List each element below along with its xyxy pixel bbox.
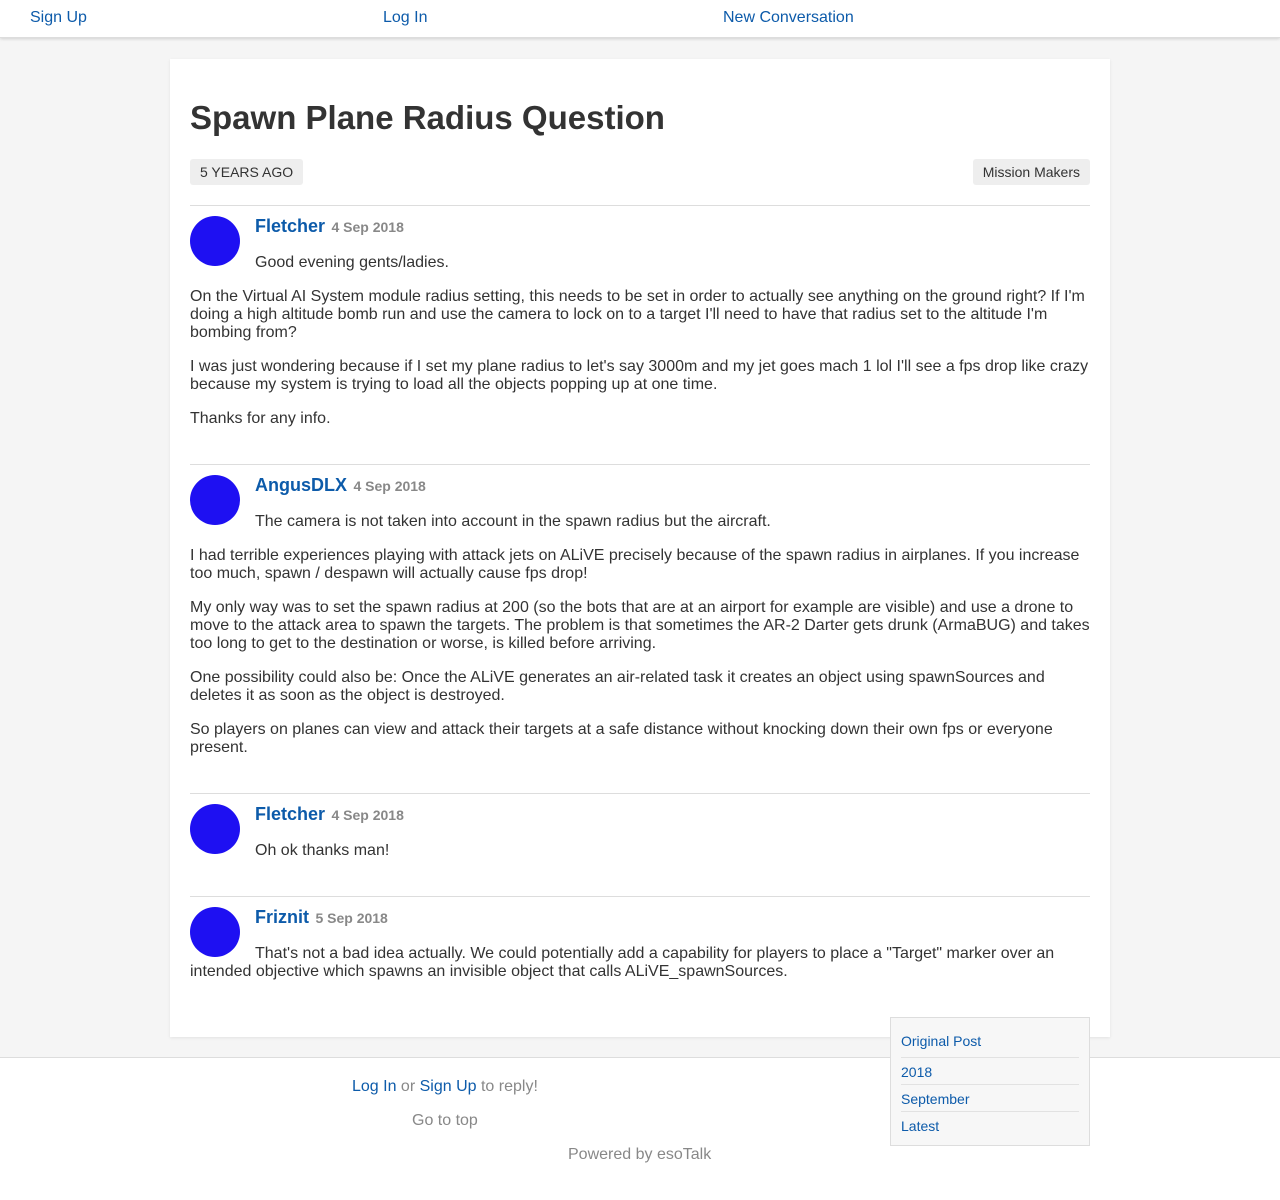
post-body: Oh ok thanks man!	[190, 842, 1090, 876]
post-author[interactable]: Friznit	[255, 907, 309, 927]
post-header: Fletcher 4 Sep 2018	[255, 216, 404, 237]
post-author[interactable]: Fletcher	[255, 804, 325, 824]
post-body: That's not a bad idea actually. We could…	[190, 945, 1090, 997]
post-body: Good evening gents/ladies. On the Virtua…	[190, 254, 1090, 444]
timeline-scrubber: Original Post 2018 September Latest	[890, 1017, 1090, 1146]
post-paragraph: On the Virtual AI System module radius s…	[190, 288, 1085, 341]
channel-tag[interactable]: Mission Makers	[972, 159, 1090, 185]
post-date: 4 Sep 2018	[353, 478, 426, 494]
post: AngusDLX 4 Sep 2018 The camera is not ta…	[190, 464, 1090, 793]
post: Fletcher 4 Sep 2018 Good evening gents/l…	[190, 205, 1090, 464]
post-header: AngusDLX 4 Sep 2018	[255, 475, 426, 496]
reply-prompt: Log In or Sign Up to reply!	[352, 1078, 538, 1096]
scrubber-latest[interactable]: Latest	[901, 1112, 1079, 1139]
post-paragraph: Oh ok thanks man!	[255, 842, 390, 859]
post-paragraph: The camera is not taken into account in …	[255, 513, 771, 530]
top-navigation: Sign Up Log In New Conversation	[0, 0, 1280, 38]
post-header: Fletcher 4 Sep 2018	[255, 804, 404, 825]
signup-link[interactable]: Sign Up	[30, 9, 87, 27]
post-paragraph: One possibility could also be: Once the …	[190, 669, 1045, 704]
conversation-age-badge: 5 YEARS AGO	[190, 159, 304, 185]
scrubber-month[interactable]: September	[901, 1085, 1079, 1112]
post: Friznit 5 Sep 2018 That's not a bad idea…	[190, 896, 1090, 1016]
scrubber-year[interactable]: 2018	[901, 1058, 1079, 1085]
reply-suffix-text: to reply!	[476, 1078, 538, 1095]
go-to-top-link[interactable]: Go to top	[412, 1112, 478, 1130]
footer-signup-link[interactable]: Sign Up	[420, 1078, 477, 1095]
post-paragraph: That's not a bad idea actually. We could…	[190, 945, 1055, 980]
post: Fletcher 4 Sep 2018 Oh ok thanks man!	[190, 793, 1090, 896]
post-date: 5 Sep 2018	[315, 910, 388, 926]
reply-or-text: or	[396, 1078, 420, 1095]
post-paragraph: I had terrible experiences playing with …	[190, 547, 1080, 582]
post-header: Friznit 5 Sep 2018	[255, 907, 388, 928]
login-link[interactable]: Log In	[383, 9, 427, 27]
post-date: 4 Sep 2018	[331, 807, 404, 823]
post-author[interactable]: Fletcher	[255, 216, 325, 236]
scrubber-original-post[interactable]: Original Post	[901, 1031, 1079, 1058]
post-date: 4 Sep 2018	[331, 219, 404, 235]
powered-by-text: Powered by esoTalk	[568, 1146, 712, 1163]
post-paragraph: I was just wondering because if I set my…	[190, 358, 1089, 393]
post-paragraph: Good evening gents/ladies.	[255, 254, 449, 271]
new-conversation-link[interactable]: New Conversation	[723, 9, 854, 27]
footer-login-link[interactable]: Log In	[352, 1078, 396, 1095]
post-body: The camera is not taken into account in …	[190, 513, 1090, 773]
conversation-title: Spawn Plane Radius Question	[190, 99, 665, 136]
post-paragraph: Thanks for any info.	[190, 410, 331, 427]
post-author[interactable]: AngusDLX	[255, 475, 347, 495]
conversation-card: Spawn Plane Radius Question 5 YEARS AGO …	[170, 59, 1110, 1037]
post-paragraph: My only way was to set the spawn radius …	[190, 599, 1090, 652]
post-paragraph: So players on planes can view and attack…	[190, 721, 1053, 756]
